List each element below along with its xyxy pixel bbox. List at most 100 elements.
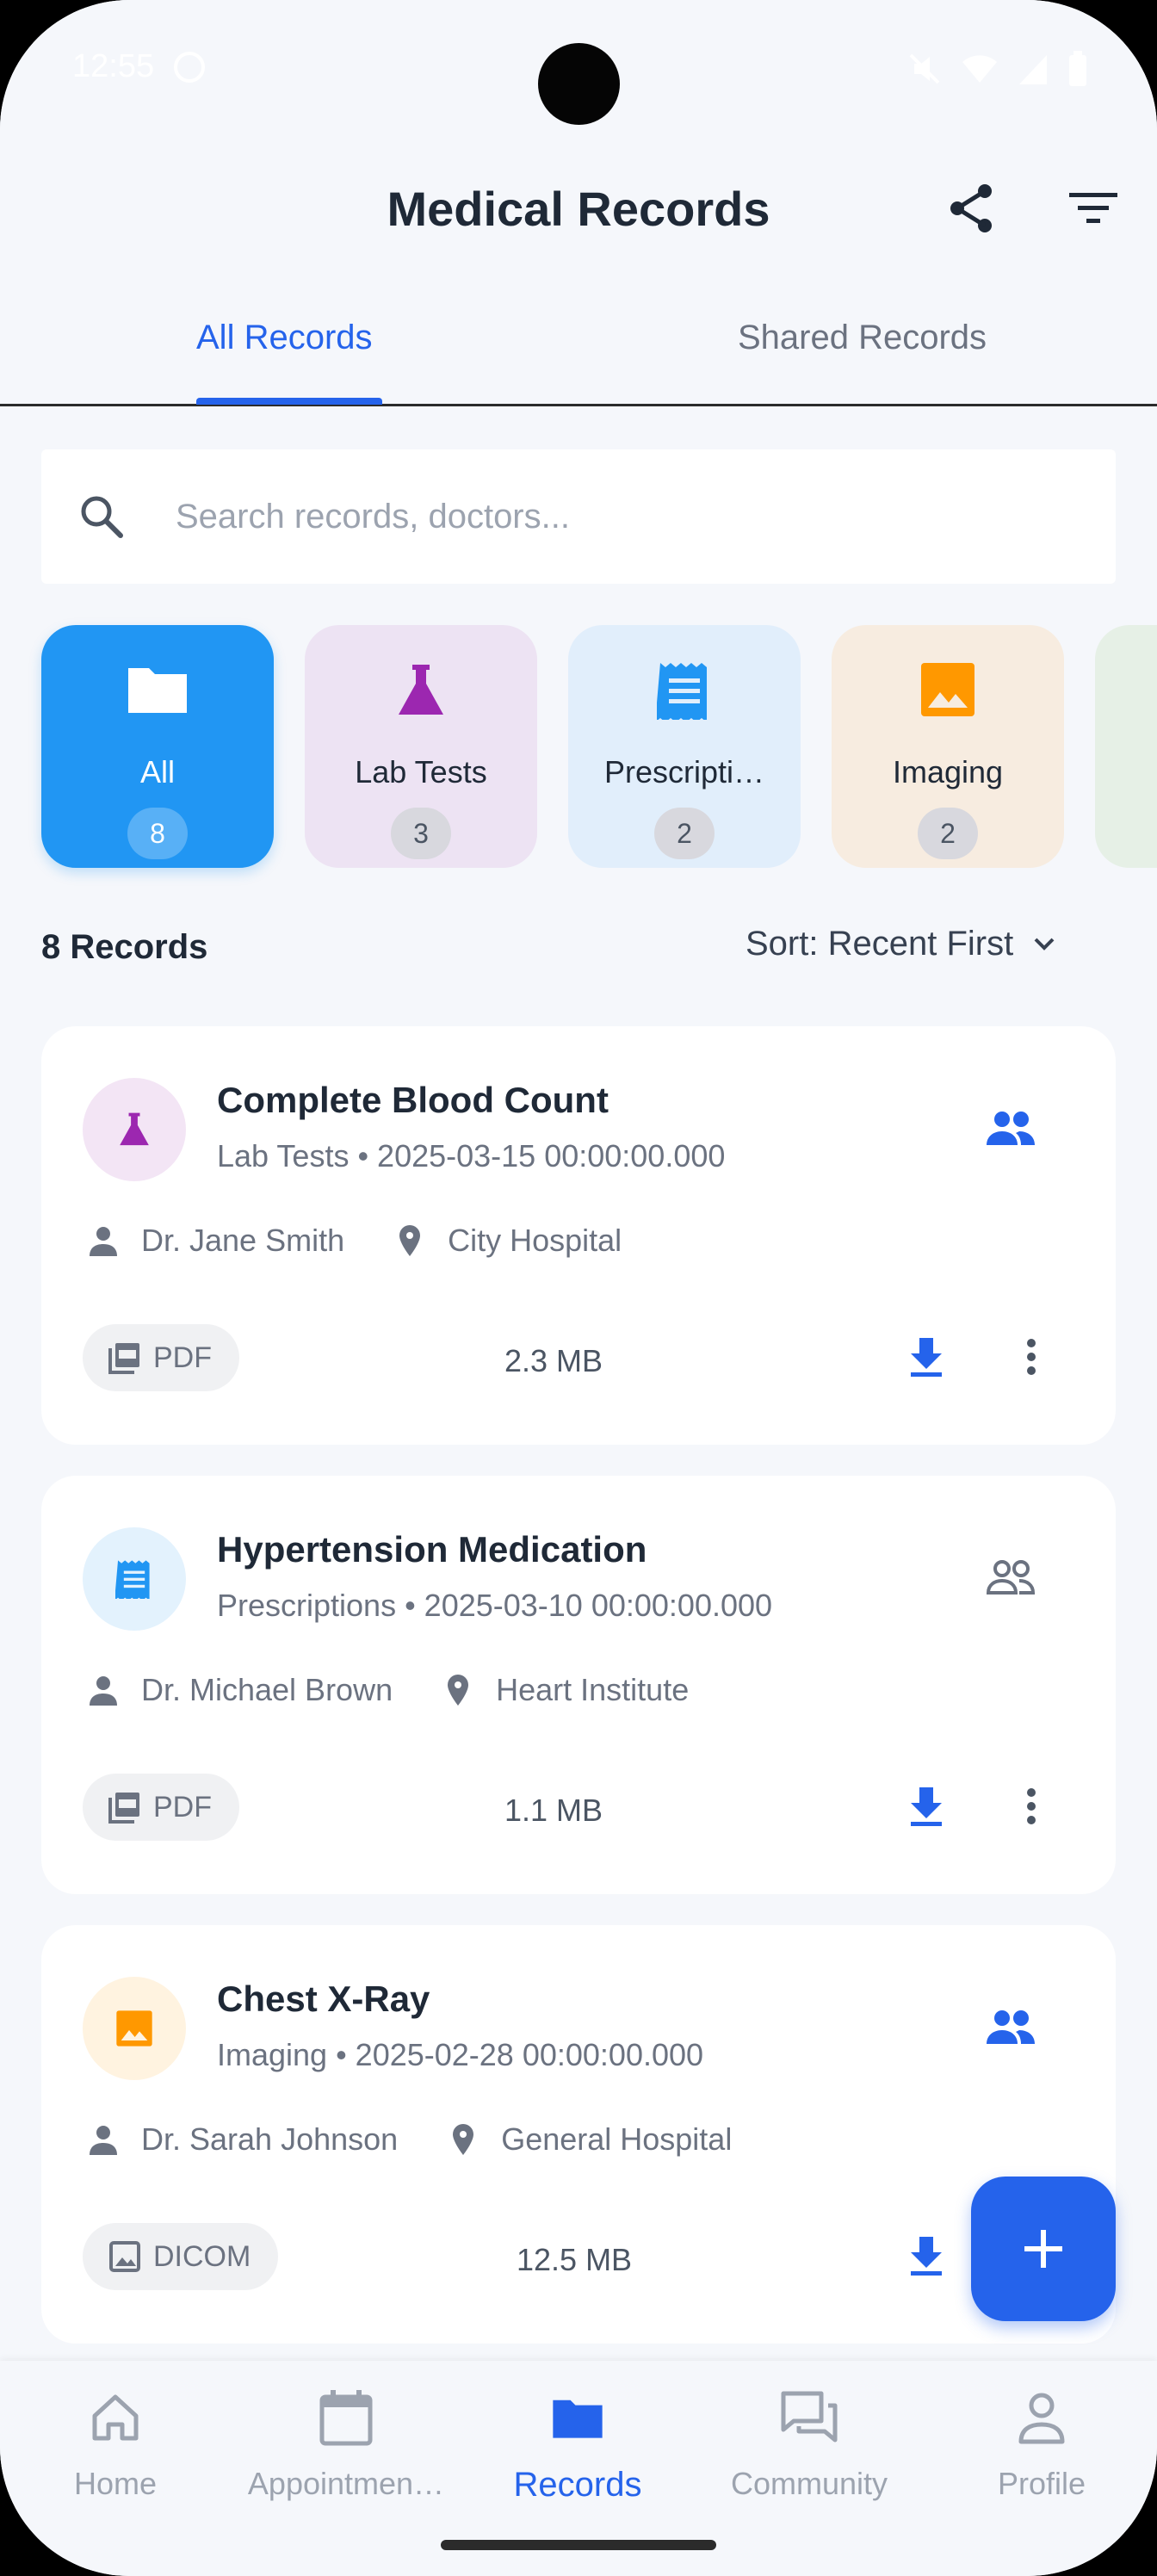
- pdf-icon: [108, 1793, 139, 1824]
- category-imaging[interactable]: Imaging 2: [832, 625, 1064, 868]
- person-icon: [90, 1227, 117, 1256]
- records-count: 8 Records: [41, 928, 208, 966]
- calendar-icon: [231, 2383, 461, 2452]
- location-name: City Hospital: [448, 1223, 622, 1258]
- category-count: 2: [918, 808, 978, 859]
- wifi-icon: [961, 52, 999, 90]
- file-type: PDF: [153, 1790, 212, 1824]
- flask-icon: [83, 1078, 186, 1181]
- nav-appointments[interactable]: Appointmen…: [231, 2383, 461, 2502]
- doctor-name: Dr. Sarah Johnson: [141, 2121, 399, 2157]
- doctor-name: Dr. Jane Smith: [141, 1223, 345, 1258]
- image-icon: [832, 661, 1064, 730]
- category-label: All: [139, 754, 175, 790]
- share-icon: [950, 184, 992, 232]
- nav-label: Records: [513, 2466, 642, 2504]
- location-pin-icon: [399, 1225, 421, 1256]
- mute-icon: [907, 52, 942, 90]
- nav-label: Home: [73, 2466, 158, 2501]
- search-bar: [41, 449, 1116, 584]
- more-options-button[interactable]: [1004, 1329, 1059, 1384]
- share-button[interactable]: [945, 181, 1000, 236]
- record-meta: Dr. Michael Brown Heart Institute: [86, 1672, 689, 1708]
- person-icon: [90, 1676, 117, 1706]
- download-icon: [911, 2237, 942, 2276]
- search-input[interactable]: [176, 449, 1088, 584]
- file-type-pill: PDF: [83, 1324, 239, 1391]
- whatsapp-notification-icon: [172, 50, 207, 89]
- location-name: Heart Institute: [496, 1672, 690, 1707]
- shared-people-icon[interactable]: [985, 1109, 1036, 1151]
- search-icon: [76, 491, 127, 547]
- receipt-icon: [83, 1527, 186, 1631]
- file-size: 12.5 MB: [517, 2242, 633, 2277]
- nav-community[interactable]: Community: [694, 2383, 925, 2502]
- record-card[interactable]: Chest X-Ray Imaging • 2025-02-28 00:00:0…: [41, 1925, 1116, 2344]
- app-screen: 12:55 Medical Records All Records Shared…: [0, 0, 1157, 2576]
- record-meta: Dr. Jane Smith City Hospital: [86, 1223, 622, 1259]
- sort-label: Sort: Recent First: [746, 925, 1014, 963]
- category-label: Imaging: [892, 754, 1004, 790]
- flask-icon: [305, 661, 537, 730]
- record-title: Chest X-Ray: [217, 1978, 430, 2019]
- status-bar: 12:55: [0, 0, 1157, 138]
- nav-label: Profile: [997, 2466, 1086, 2501]
- category-all[interactable]: All 8: [41, 625, 274, 868]
- sort-dropdown[interactable]: Sort: Recent First: [746, 925, 1058, 963]
- shared-people-icon[interactable]: [985, 2008, 1036, 2050]
- download-button[interactable]: [899, 1779, 954, 1834]
- signal-icon: [1018, 52, 1049, 90]
- record-card[interactable]: Hypertension Medication Prescriptions • …: [41, 1476, 1116, 1894]
- nav-home[interactable]: Home: [0, 2383, 231, 2502]
- file-type-pill: PDF: [83, 1774, 239, 1841]
- download-button[interactable]: [899, 1329, 954, 1384]
- battery-icon: [1067, 50, 1088, 92]
- category-lab-tests[interactable]: Lab Tests 3: [305, 625, 537, 868]
- receipt-icon: [568, 661, 801, 730]
- share-people-outline-icon[interactable]: [985, 1558, 1036, 1601]
- app-bar: Medical Records: [0, 155, 1157, 267]
- nav-label: Community: [730, 2466, 888, 2501]
- tab-all-records[interactable]: All Records: [196, 319, 373, 357]
- nav-records[interactable]: Records: [462, 2383, 693, 2505]
- file-type-pill: DICOM: [83, 2223, 279, 2290]
- category-count: 2: [654, 808, 715, 859]
- download-icon: [911, 1338, 942, 1377]
- download-button[interactable]: [899, 2228, 954, 2283]
- filter-icon: [1069, 193, 1117, 223]
- chevron-down-icon: [1034, 938, 1055, 951]
- person-icon: [926, 2383, 1157, 2452]
- tab-indicator: [196, 398, 382, 405]
- plus-icon: [1024, 2230, 1062, 2268]
- tab-shared-records[interactable]: Shared Records: [738, 319, 987, 357]
- category-label: Prescripti…: [603, 754, 765, 790]
- category-count: 8: [127, 808, 188, 859]
- record-subtitle: Prescriptions • 2025-03-10 00:00:00.000: [217, 1588, 773, 1623]
- status-time: 12:55: [72, 48, 155, 84]
- location-pin-icon: [448, 1675, 469, 1706]
- pdf-icon: [108, 1343, 139, 1374]
- filter-button[interactable]: [1066, 181, 1121, 236]
- nav-label: Appointmen…: [247, 2466, 445, 2501]
- doctor-name: Dr. Michael Brown: [141, 1672, 393, 1707]
- camera-cutout: [538, 43, 620, 125]
- record-subtitle: Imaging • 2025-02-28 00:00:00.000: [217, 2037, 704, 2072]
- home-indicator[interactable]: [441, 2540, 716, 2550]
- forum-icon: [694, 2383, 925, 2452]
- more-vert-icon: [1027, 1339, 1036, 1375]
- folder-icon: [41, 661, 274, 730]
- download-icon: [911, 1787, 942, 1826]
- image-icon: [83, 1977, 186, 2080]
- record-meta: Dr. Sarah Johnson General Hospital: [86, 2121, 732, 2158]
- file-size: 1.1 MB: [504, 1793, 603, 1828]
- person-icon: [90, 2126, 117, 2155]
- nav-profile[interactable]: Profile: [926, 2383, 1157, 2502]
- category-more-partial[interactable]: [1095, 625, 1157, 868]
- more-options-button[interactable]: [1004, 1779, 1059, 1834]
- records-tabs: All Records Shared Records: [0, 293, 1157, 406]
- add-record-button[interactable]: [971, 2177, 1116, 2321]
- record-card[interactable]: Complete Blood Count Lab Tests • 2025-03…: [41, 1026, 1116, 1445]
- file-type: PDF: [153, 1341, 212, 1374]
- folder-icon: [462, 2383, 693, 2452]
- category-prescriptions[interactable]: Prescripti… 2: [568, 625, 801, 868]
